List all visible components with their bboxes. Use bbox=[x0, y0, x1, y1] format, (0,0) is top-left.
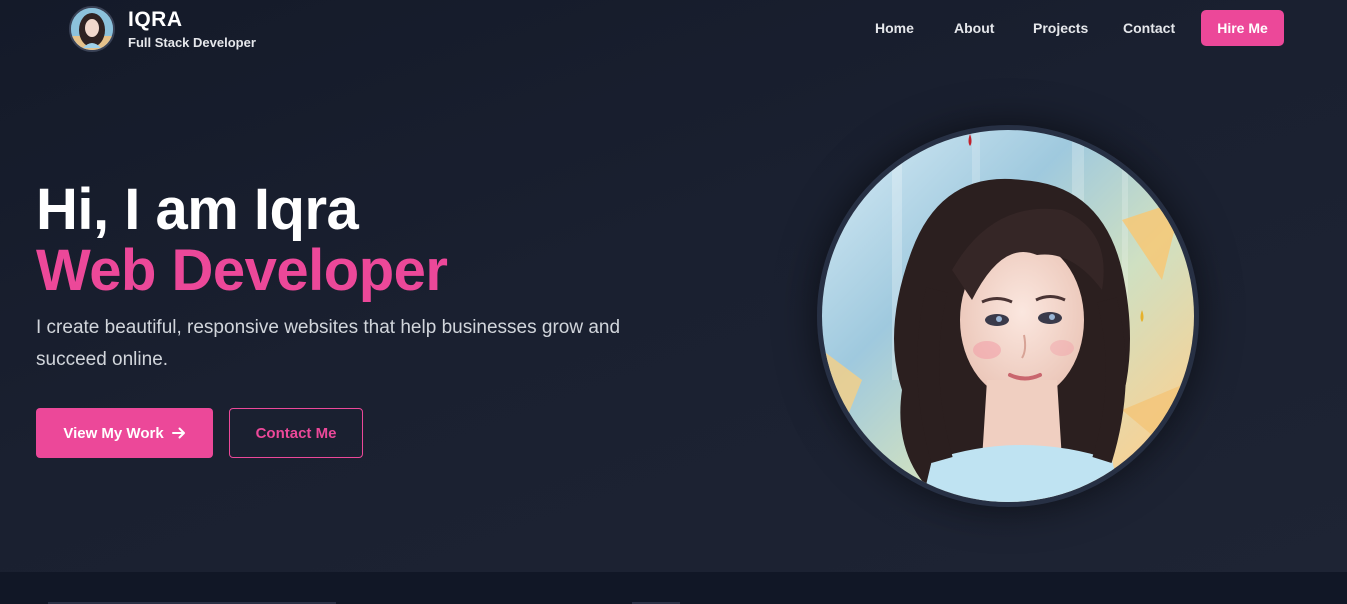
arrow-right-icon bbox=[171, 426, 186, 440]
hero-role-title: Web Developer bbox=[36, 238, 448, 303]
portrait-illustration bbox=[822, 130, 1194, 502]
nav-item-about[interactable]: About bbox=[954, 10, 994, 46]
nav-links: Home About Projects Contact Hire Me bbox=[0, 10, 1347, 46]
page: IQRA Full Stack Developer Home About Pro… bbox=[0, 0, 1347, 604]
contact-me-button[interactable]: Contact Me bbox=[229, 408, 363, 458]
contact-me-label: Contact Me bbox=[255, 424, 337, 442]
profile-portrait bbox=[817, 125, 1199, 507]
nav-item-home[interactable]: Home bbox=[875, 10, 914, 46]
nav-item-projects[interactable]: Projects bbox=[1033, 10, 1088, 46]
hero-description: I create beautiful, responsive websites … bbox=[36, 317, 621, 370]
view-my-work-label: View My Work bbox=[63, 424, 164, 442]
view-my-work-button[interactable]: View My Work bbox=[36, 408, 213, 458]
hero-greeting: Hi, I am Iqra bbox=[36, 177, 359, 242]
next-section bbox=[0, 572, 1347, 604]
hire-me-button[interactable]: Hire Me bbox=[1201, 10, 1284, 46]
navbar: IQRA Full Stack Developer Home About Pro… bbox=[0, 0, 1347, 56]
nav-item-contact[interactable]: Contact bbox=[1123, 10, 1175, 46]
